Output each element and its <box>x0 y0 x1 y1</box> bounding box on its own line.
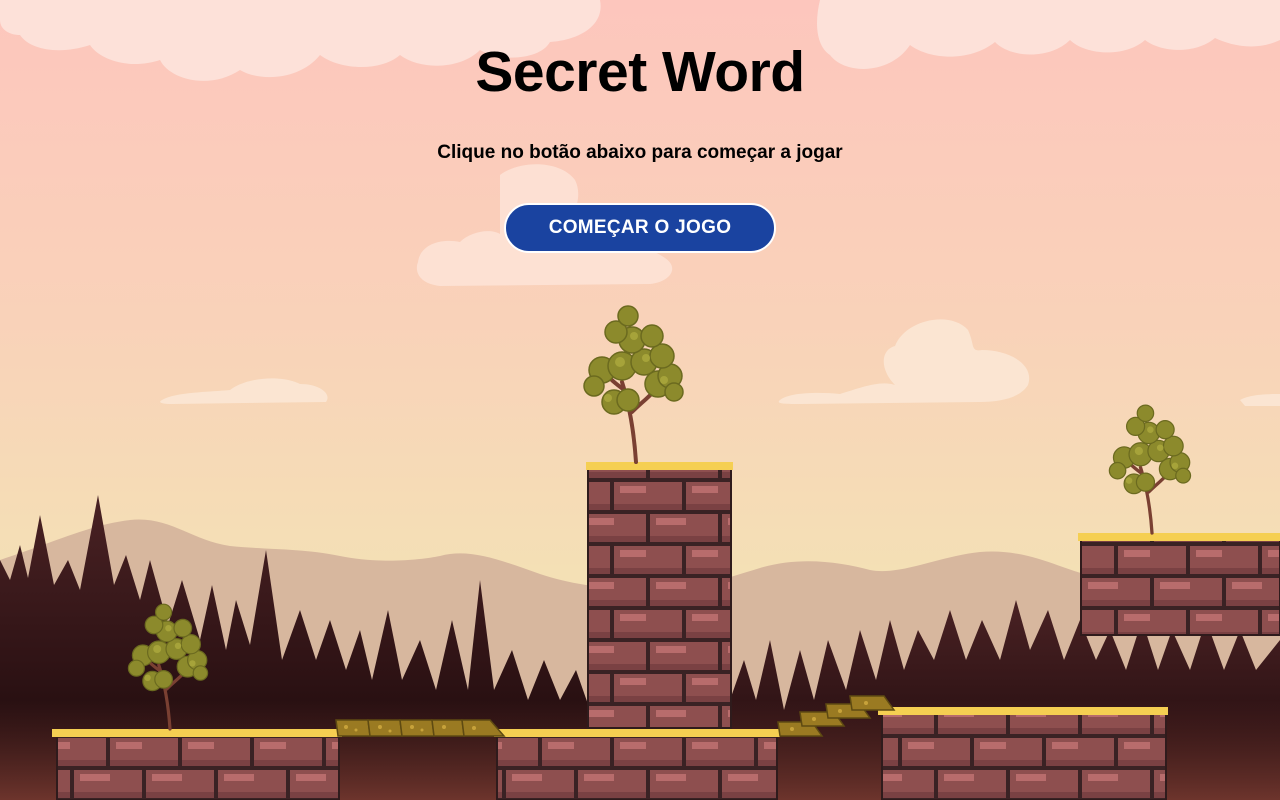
start-instructions: Clique no botão abaixo para começar a jo… <box>437 142 843 163</box>
brick-platform-right-high <box>1078 533 1280 636</box>
game-background <box>0 0 1280 800</box>
brick-platform-left <box>52 729 342 800</box>
tower-top <box>586 462 733 470</box>
brick-tower <box>586 462 733 729</box>
start-game-button[interactable]: COMEÇAR O JOGO <box>504 203 776 253</box>
brick-platform-center <box>494 729 780 800</box>
game-title: Secret Word <box>475 40 805 104</box>
brick-platform-right-low <box>878 707 1168 800</box>
